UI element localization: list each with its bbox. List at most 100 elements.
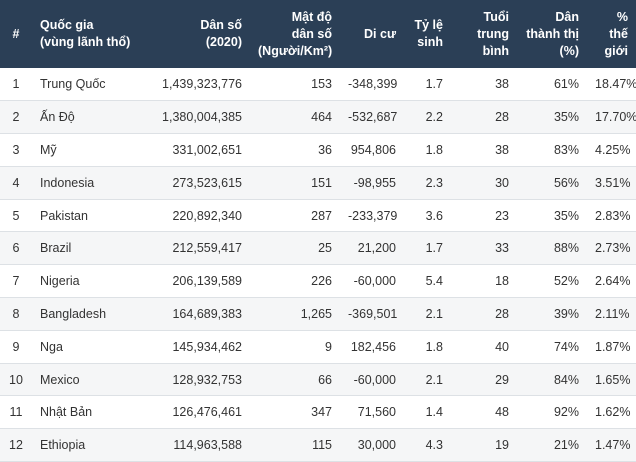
- header-line: Tuổi: [483, 9, 509, 24]
- urban-cell: 21%: [553, 438, 579, 453]
- rank-cell: 12: [9, 438, 23, 453]
- header-line: (Người/Km²): [258, 43, 333, 58]
- fertility-cell: 2.3: [425, 175, 443, 190]
- world-share-cell: 18.47%: [595, 77, 636, 92]
- rank-cell: 6: [12, 241, 20, 256]
- migrants-cell: 182,456: [350, 339, 396, 354]
- population-cell: 1,439,323,776: [162, 77, 242, 92]
- urban-cell: 39%: [553, 306, 579, 321]
- header-line: Dân: [555, 9, 579, 24]
- table-row: 11 Nhật Bản 126,476,461 347 71,560 1.4 48 92% 1.…: [0, 396, 636, 429]
- rank-cell: 7: [12, 274, 20, 289]
- population-cell: 126,476,461: [172, 405, 242, 420]
- migrants-cell: -233,379: [348, 208, 398, 223]
- fertility-cell: 4.3: [425, 438, 443, 453]
- migrants-cell: 71,560: [357, 405, 396, 420]
- rank-cell: 5: [12, 208, 20, 223]
- country-cell: Pakistan: [40, 208, 88, 223]
- header-world-share: % thế giới: [587, 0, 636, 68]
- migrants-cell: -98,955: [353, 175, 396, 190]
- urban-cell: 83%: [553, 142, 579, 157]
- rank-cell: 2: [12, 110, 20, 125]
- fertility-cell: 1.8: [425, 339, 443, 354]
- median-age-cell: 28: [495, 110, 509, 125]
- urban-cell: 35%: [553, 208, 579, 223]
- population-cell: 206,139,589: [172, 274, 242, 289]
- median-age-cell: 33: [495, 241, 509, 256]
- density-cell: 9: [325, 339, 332, 354]
- fertility-cell: 1.7: [425, 241, 443, 256]
- median-age-cell: 38: [495, 142, 509, 157]
- density-cell: 464: [311, 110, 332, 125]
- median-age-cell: 30: [495, 175, 509, 190]
- density-cell: 347: [311, 405, 332, 420]
- density-cell: 25: [318, 241, 332, 256]
- rank-cell: 11: [9, 405, 23, 420]
- table-row: 5 Pakistan 220,892,340 287 -233,379 3.6 23 35% 2…: [0, 199, 636, 232]
- country-cell: Brazil: [40, 241, 72, 256]
- median-age-cell: 19: [495, 438, 509, 453]
- country-cell: Mexico: [40, 372, 80, 387]
- urban-cell: 52%: [553, 274, 579, 289]
- world-share-cell: 1.62%: [595, 405, 631, 420]
- header-line: giới: [604, 43, 628, 58]
- country-cell: Bangladesh: [40, 306, 107, 321]
- rank-cell: 10: [9, 372, 23, 387]
- country-cell: Mỹ: [40, 142, 57, 157]
- fertility-cell: 1.7: [425, 77, 443, 92]
- table-row: 8 Bangladesh 164,689,383 1,265 -369,501 2.1 28…: [0, 297, 636, 331]
- table-row: 6 Brazil 212,559,417 25 21,200 1.7 33 88% 2.73%: [0, 231, 636, 265]
- density-cell: 1,265: [300, 306, 332, 321]
- fertility-cell: 2.2: [425, 110, 443, 125]
- country-cell: Indonesia: [40, 175, 95, 190]
- header-median-age: Tuổi trung bình: [451, 0, 517, 68]
- population-cell: 273,523,615: [172, 175, 242, 190]
- world-share-cell: 1.87%: [595, 339, 631, 354]
- world-share-cell: 4.25%: [595, 142, 631, 157]
- median-age-cell: 29: [495, 372, 509, 387]
- migrants-cell: 954,806: [350, 142, 396, 157]
- header-line: % thế: [609, 9, 628, 41]
- migrants-cell: -60,000: [353, 274, 396, 289]
- urban-cell: 35%: [553, 110, 579, 125]
- table-row: 1 Trung Quốc 1,439,323,776 153 -348,399 1.7 38…: [0, 68, 636, 101]
- table-row: 4 Indonesia 273,523,615 151 -98,955 2.3 30 56% 3…: [0, 166, 636, 200]
- table-row: 2 Ấn Độ 1,380,004,385 464 -532,687 2.2 28 35% 17…: [0, 100, 636, 134]
- world-share-cell: 2.83%: [595, 208, 631, 223]
- header-line: dân số: [291, 26, 332, 41]
- rank-cell: 1: [12, 77, 20, 92]
- rank-cell: 8: [12, 306, 20, 321]
- world-share-cell: 1.47%: [595, 438, 631, 453]
- header-line: trung: [477, 26, 509, 41]
- header-rank: #: [0, 0, 32, 68]
- density-cell: 287: [311, 208, 332, 223]
- header-density: Mật độ dân số (Người/Km²): [250, 0, 340, 68]
- urban-cell: 74%: [553, 339, 579, 354]
- population-cell: 212,559,417: [172, 241, 242, 256]
- header-line: Mật độ: [291, 9, 332, 24]
- table-body: 1 Trung Quốc 1,439,323,776 153 -348,399 1.7 38…: [0, 68, 636, 462]
- urban-cell: 56%: [553, 175, 579, 190]
- fertility-cell: 3.6: [425, 208, 443, 223]
- header-country: Quốc gia (vùng lãnh thổ): [32, 0, 148, 68]
- fertility-cell: 2.1: [425, 372, 443, 387]
- population-table: # Quốc gia (vùng lãnh thổ) Dân số (2020) M…: [0, 0, 636, 462]
- world-share-cell: 3.51%: [595, 175, 631, 190]
- header-line: (2020): [205, 35, 242, 49]
- population-cell: 1,380,004,385: [162, 110, 242, 125]
- header-line: sinh: [417, 35, 443, 49]
- world-share-cell: 2.73%: [595, 241, 631, 256]
- migrants-cell: -348,399: [348, 77, 398, 92]
- median-age-cell: 28: [495, 306, 509, 321]
- table-row: 12 Ethiopia 114,963,588 115 30,000 4.3 19 21% 1.…: [0, 428, 636, 462]
- header-line: Di cư: [364, 26, 396, 41]
- country-cell: Nhật Bản: [40, 405, 93, 420]
- header-line: #: [12, 26, 20, 41]
- median-age-cell: 38: [495, 77, 509, 92]
- table-row: 9 Nga 145,934,462 9 182,456 1.8 40 74% 1.87%: [0, 330, 636, 364]
- world-share-cell: 2.11%: [595, 306, 630, 321]
- header-line: (%): [559, 43, 579, 58]
- header-urban: Dân thành thị (%): [517, 0, 587, 68]
- header-line: (vùng lãnh thổ): [40, 35, 131, 49]
- population-cell: 164,689,383: [172, 306, 242, 321]
